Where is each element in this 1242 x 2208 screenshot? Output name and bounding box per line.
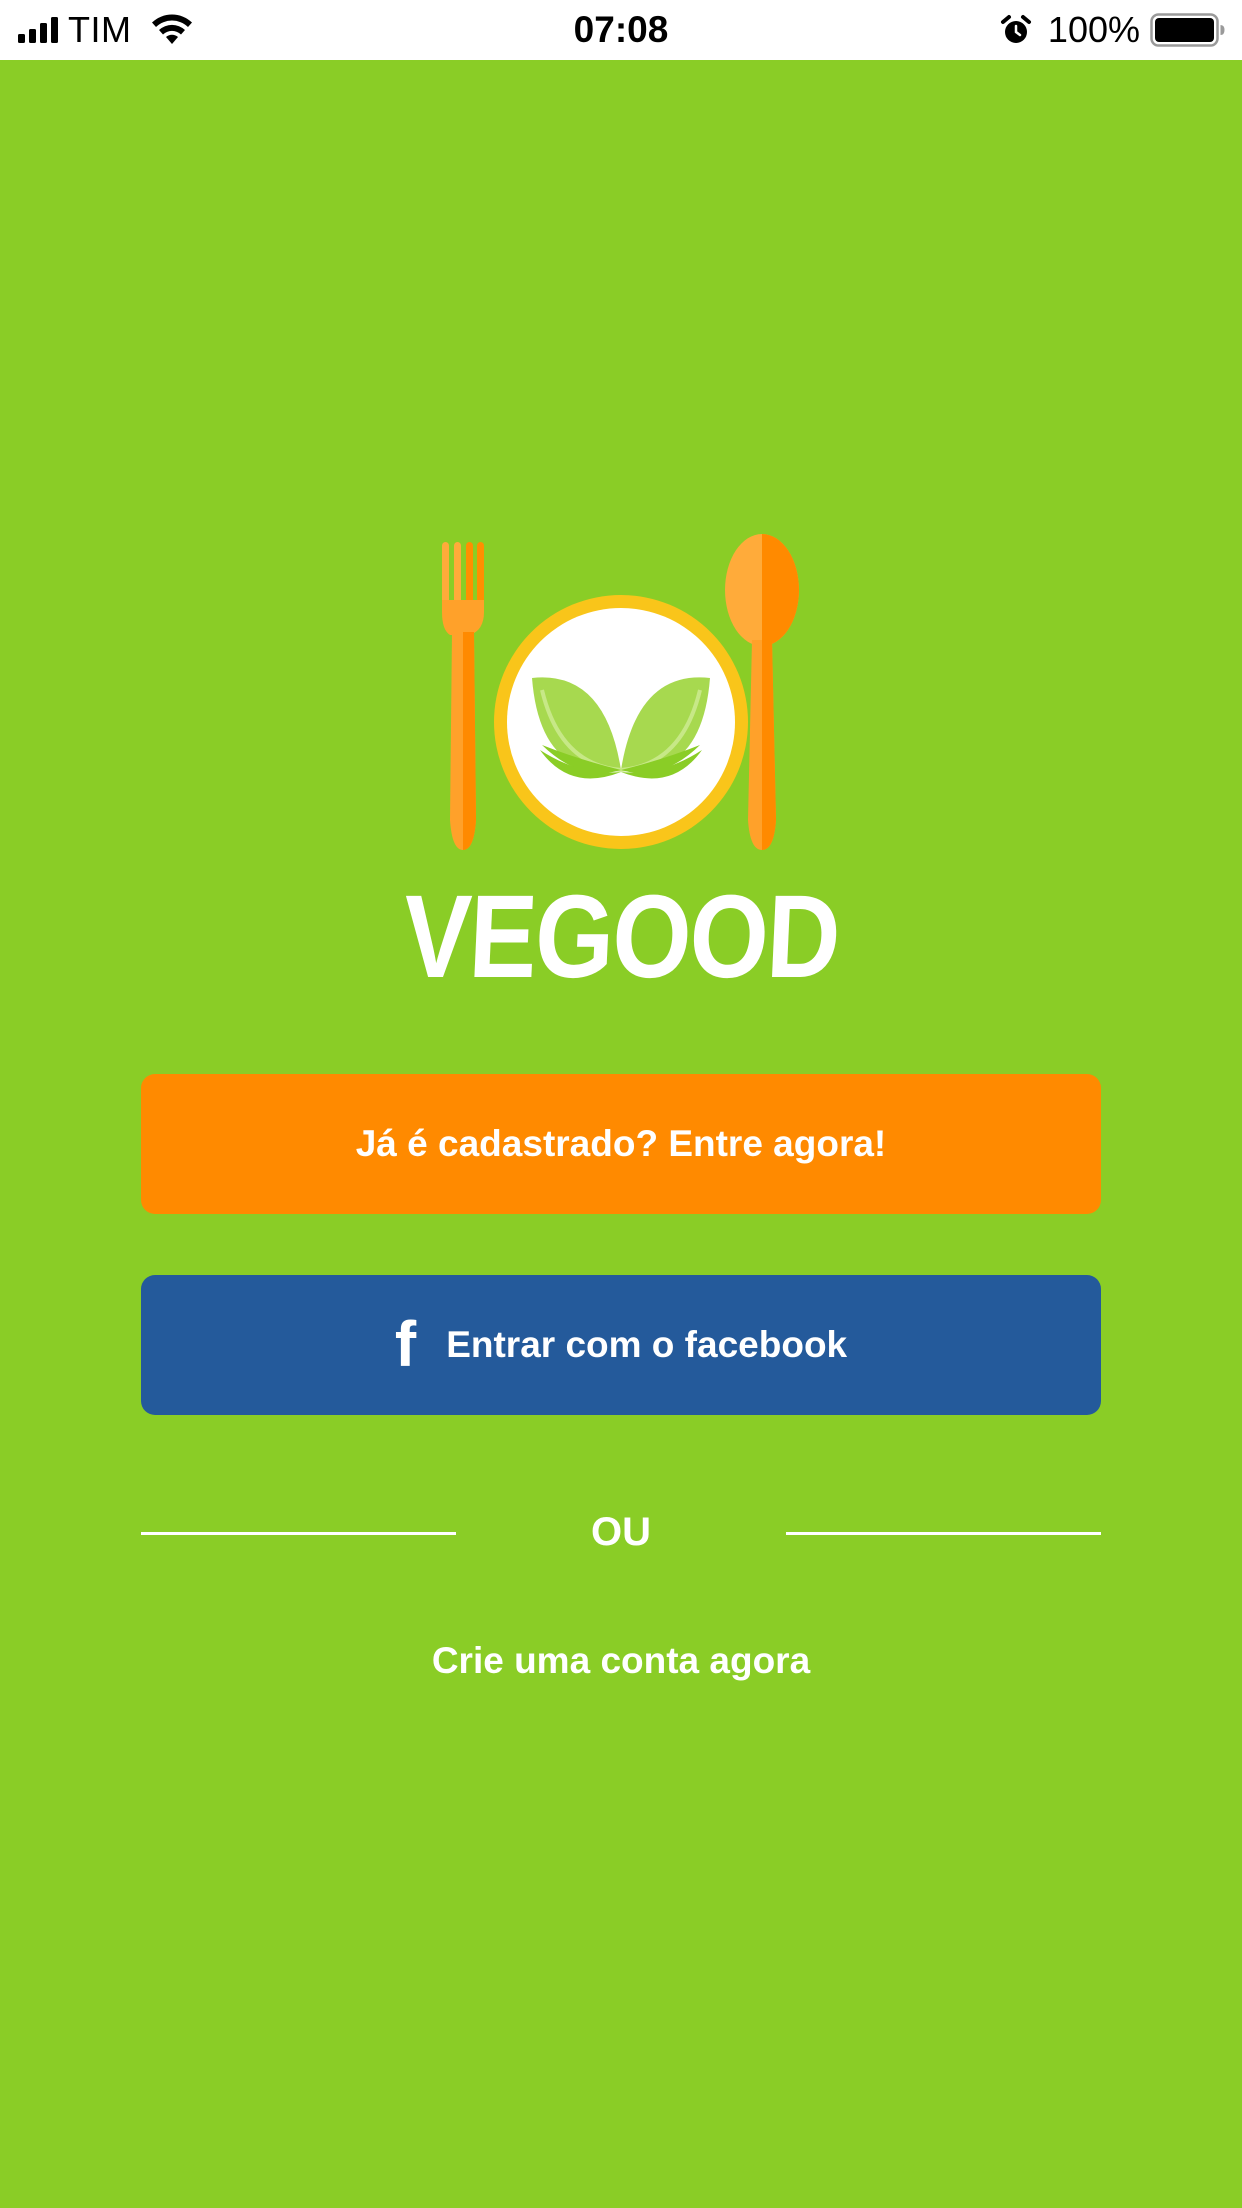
- plate-icon: [494, 595, 748, 849]
- alarm-icon: [1000, 15, 1031, 43]
- app-logo-text: VEGOOD: [400, 871, 842, 1003]
- login-button[interactable]: Já é cadastrado? Entre agora!: [141, 1074, 1101, 1214]
- battery-icon: [1150, 13, 1225, 47]
- status-bar: TIM 07:08 100%: [0, 0, 1242, 60]
- facebook-login-button[interactable]: f Entrar com o facebook: [141, 1275, 1101, 1415]
- battery-percentage: 100%: [1047, 9, 1140, 50]
- fork-icon: [442, 542, 484, 850]
- status-right: 100%: [1000, 0, 1226, 60]
- divider-line-right: [786, 1532, 1101, 1535]
- facebook-icon: f: [394, 1308, 417, 1380]
- login-button-label: Já é cadastrado? Entre agora!: [355, 1123, 887, 1164]
- facebook-button-label: Entrar com o facebook: [446, 1324, 848, 1365]
- plate-leaf-logo: [442, 534, 799, 850]
- create-account-link[interactable]: Crie uma conta agora: [0, 1640, 1242, 1682]
